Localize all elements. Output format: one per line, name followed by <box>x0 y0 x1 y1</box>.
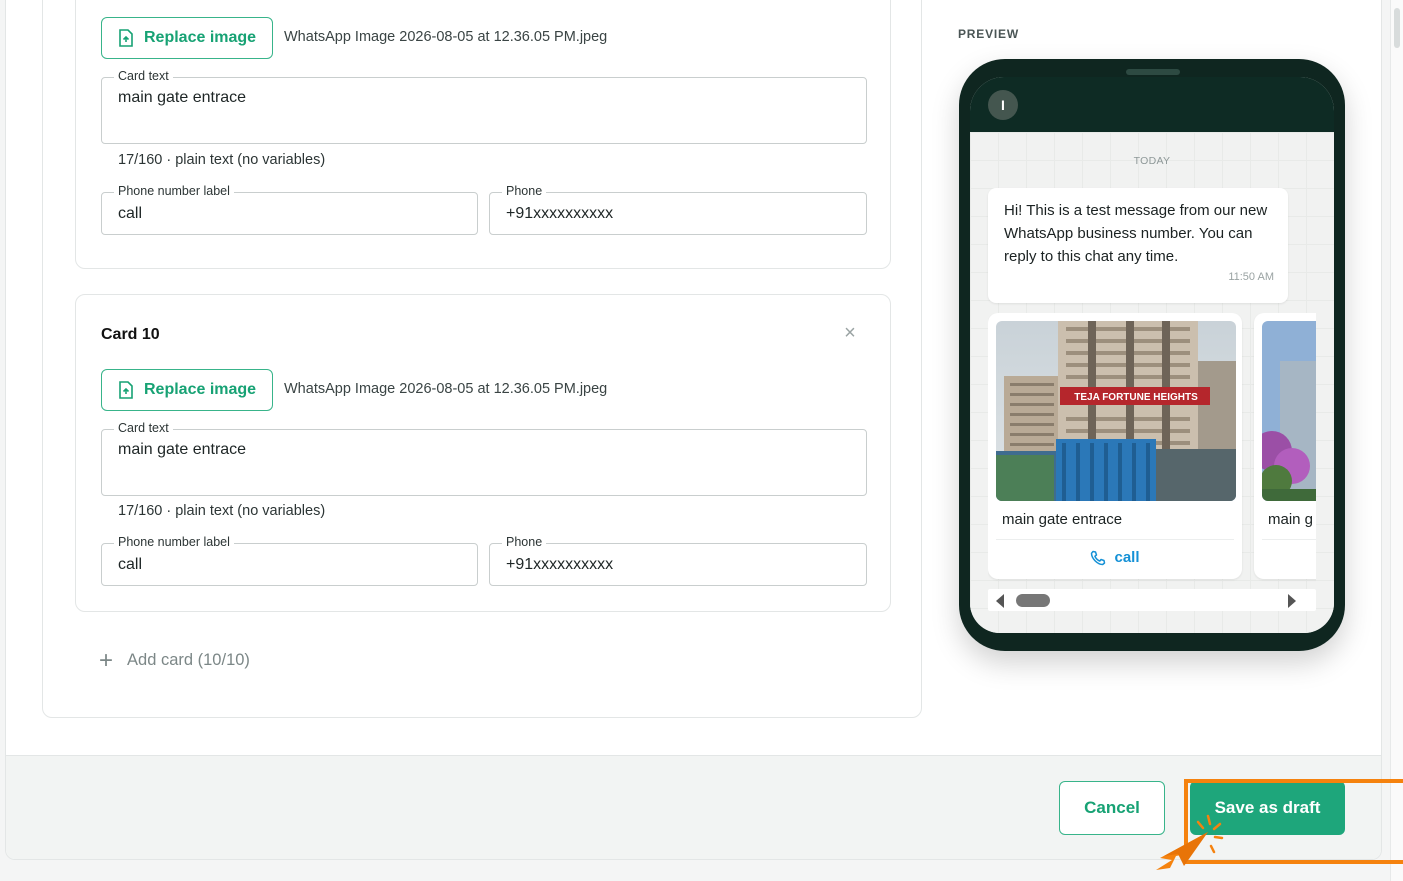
replace-image-label: Replace image <box>144 29 257 46</box>
image-file-name: WhatsApp Image 2026-08-05 at 12.36.05 PM… <box>284 381 608 397</box>
scroll-right-arrow-icon[interactable] <box>1288 594 1296 608</box>
carousel-cards-panel: Replace image WhatsApp Image 2026-08-05 … <box>42 0 922 718</box>
phone-label: Phone <box>502 535 547 549</box>
file-upload-icon <box>119 381 133 399</box>
card-text-label: Card text <box>114 69 173 83</box>
carousel-card-10: Card 10 × Replace image WhatsApp Image 2… <box>75 294 891 612</box>
phone-icon <box>1091 550 1106 565</box>
phone-number-label-value: call <box>118 556 143 573</box>
phone-field[interactable]: Phone +91xxxxxxxxxx <box>489 184 867 235</box>
phone-label: Phone <box>502 184 547 198</box>
phone-number-label-value: call <box>118 205 143 222</box>
card-text-field[interactable]: Card text main gate entrace <box>101 421 867 496</box>
file-upload-icon <box>119 29 133 47</box>
card-text-field[interactable]: Card text main gate entrace <box>101 69 867 144</box>
phone-screen: I TODAY Hi! This is a test message from … <box>970 77 1334 633</box>
phone-value: +91xxxxxxxxxx <box>506 556 614 573</box>
phone-speaker <box>1126 69 1180 75</box>
call-button[interactable]: call <box>988 549 1242 566</box>
phone-number-label-field[interactable]: Phone number label call <box>101 184 478 235</box>
template-editor-modal: Replace image WhatsApp Image 2026-08-05 … <box>5 0 1382 860</box>
message-text: Hi! This is a test message from our new … <box>1004 202 1268 265</box>
card-text-value: main gate entrace <box>118 89 247 106</box>
building-sign-text: TEJA FORTUNE HEIGHTS <box>1074 392 1198 403</box>
card-text-label: Card text <box>114 421 173 435</box>
carousel-preview[interactable]: TEJA FORTUNE HEIGHTS main gate entrace c… <box>988 313 1316 583</box>
image-file-name: WhatsApp Image 2026-08-05 at 12.36.05 PM… <box>284 29 608 45</box>
modal-footer: Cancel Save as draft <box>6 755 1381 859</box>
carousel-card-caption: main gate entrace <box>1002 511 1123 528</box>
carousel-scroll-thumb[interactable] <box>1016 594 1050 607</box>
replace-image-button[interactable]: Replace image <box>101 369 273 411</box>
replace-image-button[interactable]: Replace image <box>101 17 273 59</box>
replace-image-label: Replace image <box>144 381 257 398</box>
phone-number-label-field[interactable]: Phone number label call <box>101 535 478 586</box>
card-divider <box>996 539 1234 540</box>
plus-icon: + <box>99 646 114 674</box>
scroll-left-arrow-icon[interactable] <box>996 594 1004 608</box>
preview-heading: PREVIEW <box>958 27 1019 41</box>
phone-field[interactable]: Phone +91xxxxxxxxxx <box>489 535 867 586</box>
carousel-preview-card: main g <box>1254 313 1316 579</box>
save-as-draft-button[interactable]: Save as draft <box>1190 781 1345 835</box>
phone-preview-frame: I TODAY Hi! This is a test message from … <box>959 59 1345 651</box>
chat-header: I <box>970 77 1334 132</box>
building-photo: TEJA FORTUNE HEIGHTS <box>996 321 1236 501</box>
char-count-helper: 17/160 · plain text (no variables) <box>118 503 326 519</box>
card-title: Card 10 <box>101 326 160 343</box>
carousel-preview-card: TEJA FORTUNE HEIGHTS main gate entrace c… <box>988 313 1242 579</box>
message-time: 11:50 AM <box>1228 271 1274 283</box>
date-separator: TODAY <box>1133 155 1171 167</box>
carousel-scrollbar[interactable] <box>988 589 1316 611</box>
page-scrollbar[interactable] <box>1390 0 1403 881</box>
char-count-helper: 17/160 · plain text (no variables) <box>118 152 326 168</box>
message-bubble: Hi! This is a test message from our new … <box>988 188 1288 303</box>
add-card-button[interactable]: + Add card (10/10) <box>99 646 250 674</box>
carousel-card-9: Replace image WhatsApp Image 2026-08-05 … <box>75 0 891 269</box>
card-divider <box>1262 539 1316 540</box>
carousel-card-caption: main g <box>1268 511 1314 528</box>
avatar: I <box>988 90 1018 120</box>
remove-card-icon[interactable]: × <box>842 323 858 343</box>
cancel-button[interactable]: Cancel <box>1059 781 1165 835</box>
add-card-label: Add card (10/10) <box>127 651 250 669</box>
card-text-value: main gate entrace <box>118 441 247 458</box>
phone-number-label-label: Phone number label <box>114 184 234 198</box>
phone-value: +91xxxxxxxxxx <box>506 205 614 222</box>
call-button-label: call <box>1114 549 1140 566</box>
building-photo <box>1262 321 1316 501</box>
page-scrollbar-thumb[interactable] <box>1394 8 1400 48</box>
phone-number-label-label: Phone number label <box>114 535 234 549</box>
